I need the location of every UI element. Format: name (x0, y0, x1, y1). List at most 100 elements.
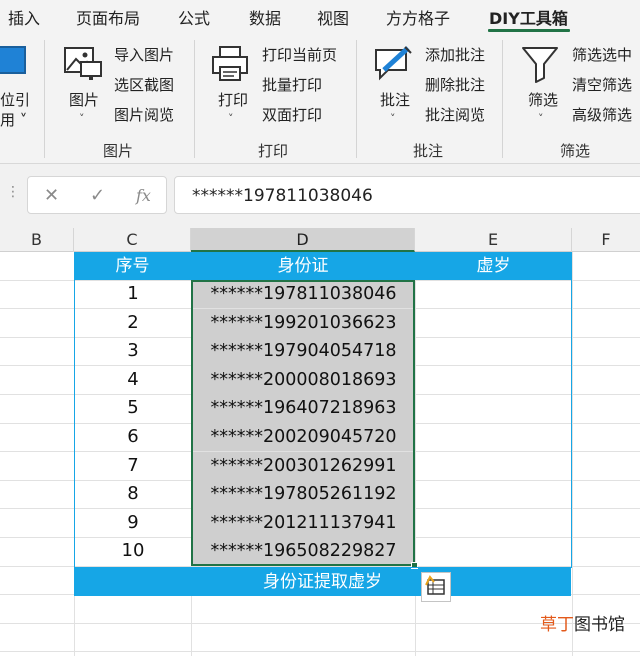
import-picture-button[interactable]: 导入图片 (114, 44, 174, 65)
clear-filter-button[interactable]: 清空筛选 (572, 74, 632, 95)
row-number-cell[interactable]: 8 (75, 480, 191, 508)
chevron-down-icon: ˅ (390, 112, 396, 125)
print-current-page-button[interactable]: 打印当前页 (262, 44, 337, 65)
row-number-cell[interactable]: 5 (75, 394, 191, 422)
formula-value: ******197811038046 (192, 186, 373, 206)
header-cell-no[interactable]: 序号 (74, 252, 191, 280)
filter-funnel-icon (522, 47, 558, 83)
age-cell[interactable] (416, 509, 572, 537)
group-divider (502, 40, 503, 158)
id-number-cell[interactable]: ******196508229827 (192, 537, 415, 566)
age-cell[interactable] (416, 366, 572, 394)
age-cell[interactable] (416, 309, 572, 337)
filter-group-label: 筛选 (560, 142, 591, 160)
age-cell[interactable] (416, 394, 572, 422)
column-header-b[interactable]: B (0, 228, 74, 252)
comment-group-label: 批注 (413, 142, 444, 160)
id-number-cell[interactable]: ******200209045720 (192, 423, 415, 452)
formula-bar: ⋮ ✕ ✓ fx ******197811038046 (0, 164, 640, 228)
gridline (572, 252, 573, 656)
filter-selected-button[interactable]: 筛选选中 (572, 44, 632, 65)
age-cell[interactable] (416, 280, 572, 308)
formula-actions: ✕ ✓ fx (27, 176, 167, 214)
chevron-down-icon: ˅ (79, 112, 85, 125)
picture-icon (64, 47, 102, 80)
row-number-cell[interactable]: 4 (75, 366, 191, 394)
id-number-cell[interactable]: ******197811038046 (192, 280, 415, 309)
row-number-cell[interactable]: 10 (75, 537, 191, 565)
filter-label: 筛选 (528, 91, 559, 109)
group-divider (194, 40, 195, 158)
column-header-e[interactable]: E (415, 228, 572, 252)
id-number-cell[interactable]: ******197805261192 (192, 480, 415, 509)
group-divider (44, 40, 45, 158)
header-cell-id[interactable]: 身份证 (191, 252, 415, 280)
age-cell[interactable] (416, 480, 572, 508)
duplex-print-button[interactable]: 双面打印 (262, 104, 322, 125)
fill-handle[interactable] (411, 562, 418, 569)
picture-label: 图片 (69, 91, 100, 109)
footer-banner[interactable]: 身份证提取虚岁 (74, 568, 571, 596)
comment-pen-icon (375, 46, 412, 81)
row-number-cell[interactable]: 2 (75, 309, 191, 337)
age-cell[interactable] (416, 537, 572, 565)
print-label: 打印 (218, 91, 249, 109)
chevron-down-icon: ˅ (538, 112, 544, 125)
row-number-cell[interactable]: 9 (75, 509, 191, 537)
sheet-grid[interactable]: 序号 身份证 虚岁 1 ******197811038046 2 ******1992… (0, 252, 640, 656)
menu-tab-bar: 插入 页面布局 公式 数据 视图 方方格子 DIY工具箱 (0, 0, 640, 34)
add-comment-button[interactable]: 添加批注 (425, 44, 485, 65)
row-number-cell[interactable]: 7 (75, 452, 191, 480)
tab-page-layout[interactable]: 页面布局 (76, 5, 140, 29)
confirm-icon[interactable]: ✓ (90, 185, 105, 206)
region-screenshot-button[interactable]: 选区截图 (114, 74, 174, 95)
active-tab-indicator (488, 29, 570, 32)
ribbon: 位引 用 ˅ 图片 ˅ 导入图片 选区截图 图片阅览 图片 打印 ˅ 打印当前页… (0, 34, 640, 164)
age-cell[interactable] (416, 337, 572, 365)
group-divider (356, 40, 357, 158)
tab-fangfang[interactable]: 方方格子 (386, 5, 450, 29)
id-number-cell[interactable]: ******201211137941 (192, 508, 415, 538)
picture-group-label: 图片 (103, 142, 134, 160)
print-group-label: 打印 (258, 142, 289, 160)
printer-icon (212, 46, 248, 81)
watermark-part2: 图书馆 (574, 615, 625, 635)
cell-reference-icon (0, 46, 26, 74)
row-number-cell[interactable]: 3 (75, 337, 191, 365)
drag-handle-icon[interactable]: ⋮ (6, 184, 20, 200)
id-number-cell[interactable]: ******196407218963 (192, 394, 415, 423)
picture-viewer-button[interactable]: 图片阅览 (114, 104, 174, 125)
watermark-part1: 草丁 (540, 615, 574, 635)
watermark: 草丁图书馆 (540, 610, 625, 635)
column-header-d[interactable]: D (191, 228, 415, 252)
id-number-cell[interactable]: ******200008018693 (192, 365, 415, 395)
id-number-cell[interactable]: ******200301262991 (192, 451, 415, 480)
batch-print-button[interactable]: 批量打印 (262, 74, 322, 95)
age-cell[interactable] (416, 452, 572, 480)
row-number-cell[interactable]: 6 (75, 423, 191, 451)
column-header-f[interactable]: F (572, 228, 640, 252)
comment-label: 批注 (380, 91, 411, 109)
advanced-filter-button[interactable]: 高级筛选 (572, 104, 632, 125)
gridline (0, 651, 640, 653)
quick-analysis-icon (425, 575, 445, 595)
cancel-icon[interactable]: ✕ (44, 185, 59, 206)
quick-analysis-button[interactable] (421, 572, 451, 602)
insert-function-icon[interactable]: fx (136, 186, 151, 205)
tab-data[interactable]: 数据 (249, 5, 281, 29)
tab-view[interactable]: 视图 (317, 5, 349, 29)
chevron-down-icon: ˅ (228, 112, 234, 125)
header-cell-age[interactable]: 虚岁 (415, 252, 572, 280)
row-number-cell[interactable]: 1 (75, 280, 191, 308)
column-header-row: B C D E F (0, 228, 640, 252)
comment-viewer-button[interactable]: 批注阅览 (425, 104, 485, 125)
column-header-c[interactable]: C (74, 228, 191, 252)
age-cell[interactable] (416, 423, 572, 451)
tab-formulas[interactable]: 公式 (178, 5, 210, 29)
tab-insert[interactable]: 插入 (8, 5, 40, 29)
id-number-cell[interactable]: ******197904054718 (192, 337, 415, 366)
tab-diy-toolbox[interactable]: DIY工具箱 (489, 5, 568, 29)
id-number-cell[interactable]: ******199201036623 (192, 308, 415, 337)
partial-label-line2: 用 ˅ (0, 111, 28, 129)
delete-comment-button[interactable]: 删除批注 (425, 74, 485, 95)
